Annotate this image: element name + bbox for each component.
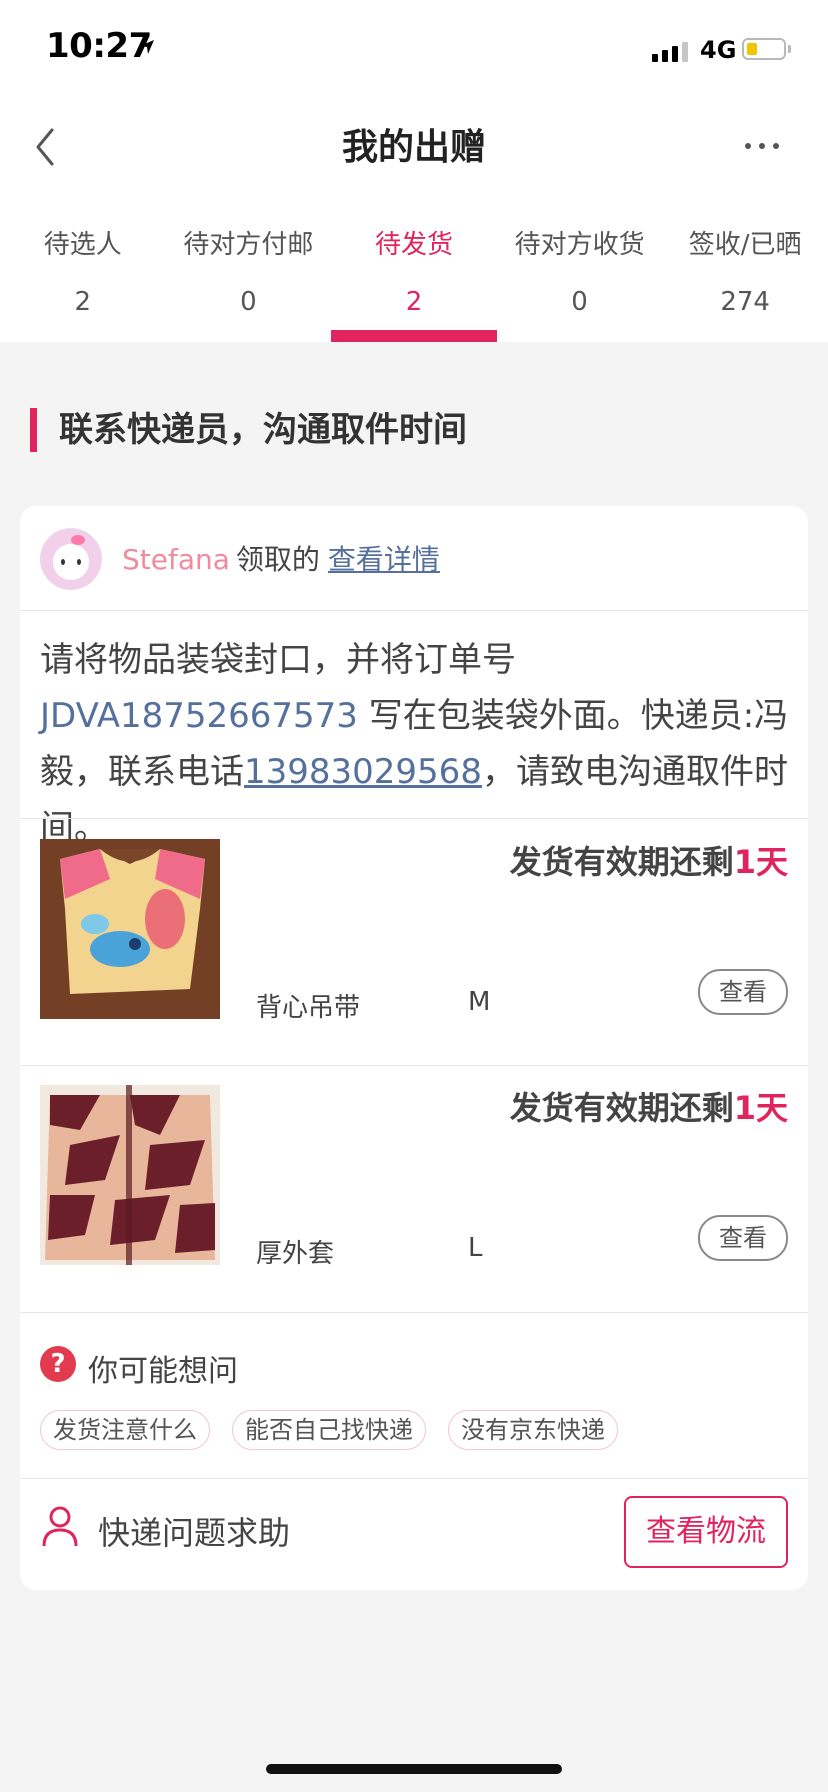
tab-count: 274 xyxy=(720,287,770,317)
tab-label: 待发货 xyxy=(374,230,453,260)
claimer-suffix: 领取的 xyxy=(235,543,320,576)
faq-tag[interactable]: 发货注意什么 xyxy=(40,1410,210,1450)
tank-top-image xyxy=(40,839,220,1019)
claimer-row: Stefana 领取的 查看详情 xyxy=(20,506,808,611)
coat-image xyxy=(40,1085,220,1265)
view-logistics-button[interactable]: 查看物流 xyxy=(624,1496,788,1568)
page-title: 我的出赠 xyxy=(341,127,486,168)
view-details-link[interactable]: 查看详情 xyxy=(328,543,440,576)
tab-count: 2 xyxy=(405,287,423,317)
tab-pending-receive[interactable]: 待对方收货 0 xyxy=(497,196,663,342)
status-bar: 10:27 4G xyxy=(0,0,828,100)
eye-icon xyxy=(77,559,81,565)
tab-label: 待对方付邮 xyxy=(183,230,314,260)
section-header: 联系快递员，沟通取件时间 xyxy=(30,408,467,452)
tab-count: 0 xyxy=(571,287,588,317)
claimer-text: Stefana 领取的 查看详情 xyxy=(122,538,440,578)
claimer-name[interactable]: Stefana xyxy=(122,543,230,576)
item-name: 厚外套 xyxy=(256,1239,335,1269)
home-indicator[interactable] xyxy=(266,1764,562,1774)
shipping-deadline: 发货有效期还剩1天 xyxy=(510,1083,788,1129)
battery-cap xyxy=(788,45,791,53)
item-name: 背心吊带 xyxy=(256,993,361,1023)
active-tab-indicator xyxy=(331,330,497,342)
item-photo[interactable] xyxy=(40,839,220,1019)
faq-tags: 发货注意什么 能否自己找快递 没有京东快递 xyxy=(40,1410,618,1450)
deadline-days: 1天 xyxy=(733,843,788,881)
status-time: 10:27 xyxy=(46,26,152,66)
tab-label: 签收/已晒 xyxy=(688,230,802,260)
shipment-card: Stefana 领取的 查看详情 请将物品装袋封口，并将订单号 JDVA187526… xyxy=(20,506,808,1590)
question-icon: ? xyxy=(40,1346,76,1382)
item-size: L xyxy=(468,1233,483,1263)
shipping-deadline: 发货有效期还剩1天 xyxy=(510,837,788,883)
nav-bar: 我的出赠 xyxy=(0,100,828,196)
tab-pending-postage[interactable]: 待对方付邮 0 xyxy=(166,196,332,342)
faq-tag[interactable]: 能否自己找快递 xyxy=(232,1410,426,1450)
tab-pending-select[interactable]: 待选人 2 xyxy=(0,196,166,342)
status-tabs: 待选人 2 待对方付邮 0 待发货 2 待对方收货 0 签收/已晒 274 xyxy=(0,196,828,342)
faq-tag[interactable]: 没有京东快递 xyxy=(448,1410,618,1450)
courier-help-row: 快递问题求助 查看物流 xyxy=(20,1474,808,1590)
order-number: JDVA18752667573 xyxy=(40,696,358,736)
tab-signed-shared[interactable]: 签收/已晒 274 xyxy=(662,196,828,342)
faq-section: ? 你可能想问 发货注意什么 能否自己找快递 没有京东快递 xyxy=(20,1310,808,1478)
tab-count: 0 xyxy=(240,287,257,317)
courier-phone-link[interactable]: 13983029568 xyxy=(244,752,482,792)
courier-help-link[interactable]: 快递问题求助 xyxy=(98,1508,290,1554)
instructions-text: 请将物品装袋封口，并将订单号 xyxy=(40,640,516,680)
deadline-text: 发货有效期还剩 xyxy=(509,843,734,881)
tab-count: 2 xyxy=(74,287,92,317)
view-item-button[interactable]: 查看 xyxy=(698,1215,788,1261)
person-icon xyxy=(42,1506,78,1547)
tab-pending-ship[interactable]: 待发货 2 xyxy=(331,196,497,342)
tab-label: 待选人 xyxy=(43,230,122,260)
network-type: 4G xyxy=(700,36,737,64)
battery-icon xyxy=(742,38,786,60)
faq-title: 你可能想问 xyxy=(88,1354,238,1389)
tab-label: 待对方收货 xyxy=(514,230,645,260)
item-row: 发货有效期还剩1天 厚外套 L 查看 xyxy=(20,1065,808,1311)
item-size: M xyxy=(468,987,491,1017)
deadline-text: 发货有效期还剩 xyxy=(509,1089,734,1127)
item-photo[interactable] xyxy=(40,1085,220,1265)
eye-icon xyxy=(61,559,65,565)
avatar[interactable] xyxy=(40,528,102,590)
item-row: 发货有效期还剩1天 背心吊带 M 查看 xyxy=(20,819,808,1065)
bow-icon xyxy=(71,535,85,545)
location-arrow-icon xyxy=(140,40,154,54)
battery-level xyxy=(747,43,757,55)
signal-icon xyxy=(652,40,692,62)
view-item-button[interactable]: 查看 xyxy=(698,969,788,1015)
deadline-days: 1天 xyxy=(733,1089,788,1127)
more-dots-icon[interactable] xyxy=(740,124,784,168)
